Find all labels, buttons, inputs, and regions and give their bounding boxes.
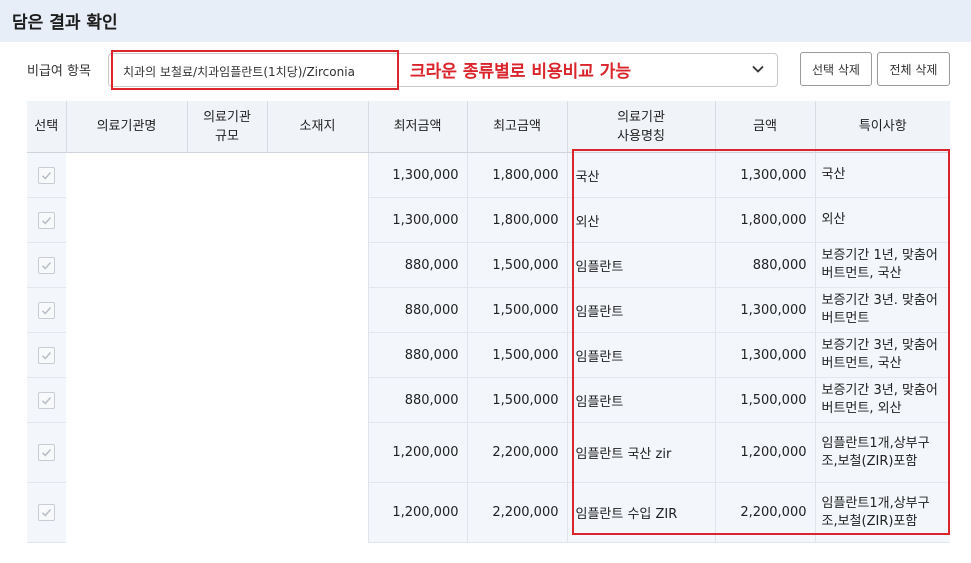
check-icon bbox=[41, 171, 52, 180]
max-price-cell: 1,500,000 bbox=[466, 377, 567, 423]
row-checkbox[interactable] bbox=[38, 211, 55, 229]
delete-selected-button[interactable]: 선택 삭제 bbox=[800, 52, 872, 86]
notes-cell: 국산 bbox=[814, 152, 950, 198]
max-price-cell: 1,800,000 bbox=[466, 197, 567, 243]
check-icon bbox=[41, 396, 52, 405]
min-price-cell: 1,200,000 bbox=[367, 422, 467, 483]
select-value: 치과의 보철료/치과임플란트(1치당)/Zirconia bbox=[123, 65, 355, 79]
page-header: 담은 결과 확인 bbox=[0, 0, 971, 42]
select-cell bbox=[27, 377, 66, 423]
check-icon bbox=[41, 306, 52, 315]
row-checkbox[interactable] bbox=[38, 346, 55, 364]
results-table: 선택 의료기관명 의료기관규모 소재지 최저금액 최고금액 의료기관사용명칭 금… bbox=[27, 101, 950, 543]
min-price-cell: 880,000 bbox=[367, 332, 467, 378]
price-cell: 1,800,000 bbox=[714, 197, 815, 243]
used-name-cell: 외산 bbox=[566, 197, 715, 243]
select-cell bbox=[27, 152, 66, 198]
table-header-row: 선택 의료기관명 의료기관규모 소재지 최저금액 최고금액 의료기관사용명칭 금… bbox=[27, 101, 950, 153]
row-checkbox[interactable] bbox=[38, 504, 55, 521]
header-scale-line2: 규모 bbox=[215, 128, 239, 144]
check-icon bbox=[41, 261, 52, 270]
header-min-price: 최저금액 bbox=[367, 101, 467, 153]
used-name-cell: 임플란트 수입 ZIR bbox=[566, 482, 715, 543]
notes-cell: 임플란트1개,상부구조,보철(ZIR)포함 bbox=[814, 422, 950, 483]
price-cell: 1,300,000 bbox=[714, 152, 815, 198]
hidden-institution-info bbox=[66, 152, 368, 543]
header-location: 소재지 bbox=[266, 101, 368, 153]
max-price-cell: 1,500,000 bbox=[466, 242, 567, 288]
row-checkbox[interactable] bbox=[38, 301, 55, 319]
check-icon bbox=[41, 216, 52, 225]
chevron-down-icon[interactable] bbox=[751, 62, 765, 76]
min-price-cell: 1,300,000 bbox=[367, 152, 467, 198]
table-row: 1,300,000 1,800,000 국산 1,300,000 국산 bbox=[27, 152, 950, 543]
header-select: 선택 bbox=[27, 101, 66, 153]
used-name-cell: 임플란트 bbox=[566, 332, 715, 378]
table-body: 1,300,000 1,800,000 국산 1,300,000 국산 1,300,000… bbox=[27, 152, 950, 543]
select-cell bbox=[27, 242, 66, 288]
price-cell: 1,200,000 bbox=[714, 422, 815, 483]
check-icon bbox=[41, 449, 52, 457]
header-used-name-line2: 사용명칭 bbox=[617, 128, 665, 144]
used-name-cell: 임플란트 국산 zir bbox=[566, 422, 715, 483]
delete-all-button[interactable]: 전체 삭제 bbox=[877, 52, 950, 86]
header-used-name-line1: 의료기관 bbox=[617, 109, 665, 125]
row-checkbox[interactable] bbox=[38, 256, 55, 274]
used-name-cell: 임플란트 bbox=[566, 377, 715, 423]
min-price-cell: 880,000 bbox=[367, 377, 467, 423]
page-title: 담은 결과 확인 bbox=[12, 13, 118, 33]
header-used-name: 의료기관사용명칭 bbox=[566, 101, 715, 153]
header-price: 금액 bbox=[714, 101, 815, 153]
header-notes: 특이사항 bbox=[814, 101, 950, 153]
price-cell: 1,300,000 bbox=[714, 332, 815, 378]
used-name-cell: 국산 bbox=[566, 152, 715, 198]
price-cell: 1,300,000 bbox=[714, 287, 815, 333]
check-icon bbox=[41, 351, 52, 360]
max-price-cell: 1,800,000 bbox=[466, 152, 567, 198]
notes-cell: 보증기간 3년, 맞춤어버트먼트, 외산 bbox=[814, 377, 950, 423]
select-cell bbox=[27, 332, 66, 378]
select-cell bbox=[27, 287, 66, 333]
row-checkbox[interactable] bbox=[38, 391, 55, 409]
notes-cell: 외산 bbox=[814, 197, 950, 243]
min-price-cell: 880,000 bbox=[367, 242, 467, 288]
min-price-cell: 1,200,000 bbox=[367, 482, 467, 543]
notes-cell: 보증기간 1년, 맞춤어버트먼트, 국산 bbox=[814, 242, 950, 288]
max-price-cell: 2,200,000 bbox=[466, 422, 567, 483]
price-cell: 880,000 bbox=[714, 242, 815, 288]
notes-cell: 임플란트1개,상부구조,보철(ZIR)포함 bbox=[814, 482, 950, 543]
price-cell: 2,200,000 bbox=[714, 482, 815, 543]
max-price-cell: 1,500,000 bbox=[466, 287, 567, 333]
check-icon bbox=[41, 509, 52, 517]
select-cell bbox=[27, 197, 66, 243]
notes-cell: 보증기간 3년. 맞춤어버트먼트 bbox=[814, 287, 950, 333]
header-scale: 의료기관규모 bbox=[186, 101, 267, 153]
price-cell: 1,500,000 bbox=[714, 377, 815, 423]
max-price-cell: 1,500,000 bbox=[466, 332, 567, 378]
select-cell bbox=[27, 422, 66, 483]
row-checkbox[interactable] bbox=[38, 444, 55, 461]
min-price-cell: 1,300,000 bbox=[367, 197, 467, 243]
header-max-price: 최고금액 bbox=[466, 101, 567, 153]
row-checkbox[interactable] bbox=[38, 166, 55, 184]
max-price-cell: 2,200,000 bbox=[466, 482, 567, 543]
header-scale-line1: 의료기관 bbox=[203, 109, 251, 125]
header-institution: 의료기관명 bbox=[65, 101, 187, 153]
annotation-text: 크라운 종류별로 비용비교 가능 bbox=[410, 62, 632, 82]
filter-label: 비급여 항목 bbox=[27, 64, 91, 79]
used-name-cell: 임플란트 bbox=[566, 287, 715, 333]
min-price-cell: 880,000 bbox=[367, 287, 467, 333]
select-cell bbox=[27, 482, 66, 543]
notes-cell: 보증기간 3년, 맞춤어버트먼트, 국산 bbox=[814, 332, 950, 378]
used-name-cell: 임플란트 bbox=[566, 242, 715, 288]
